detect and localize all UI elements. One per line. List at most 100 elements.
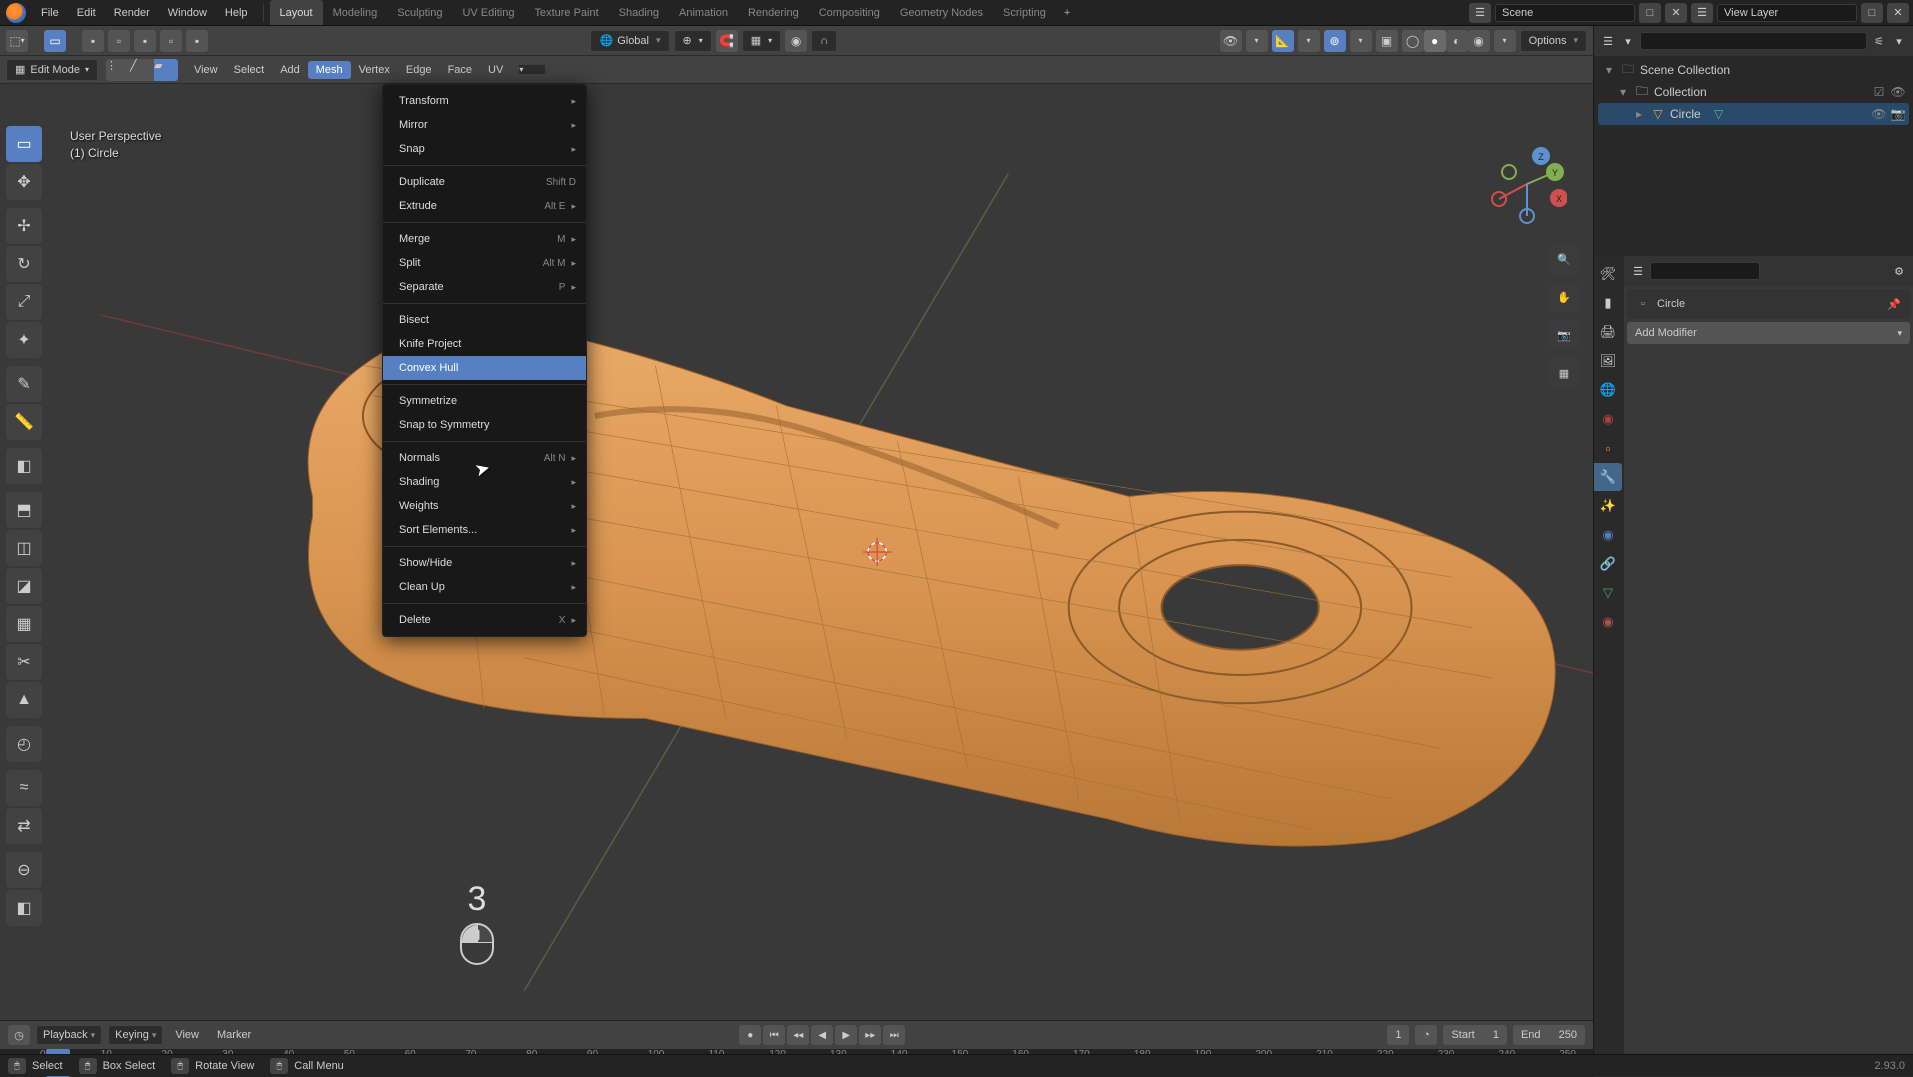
mesh-menu-extrude[interactable]: ExtrudeAlt E▸ bbox=[383, 194, 586, 218]
visibility-dropdown-icon[interactable]: ▾ bbox=[1246, 30, 1268, 52]
knife-tool[interactable]: ✂ bbox=[6, 644, 42, 680]
prop-tab-object[interactable]: ▫ bbox=[1594, 434, 1622, 462]
exclude-checkbox-icon[interactable]: ☑ bbox=[1872, 85, 1886, 99]
timeline-marker-menu[interactable]: Marker bbox=[211, 1026, 257, 1044]
start-frame-field[interactable]: Start 1 bbox=[1443, 1025, 1506, 1045]
pan-icon[interactable]: ✋ bbox=[1549, 282, 1579, 312]
select-extend-icon[interactable]: ▫ bbox=[108, 30, 130, 52]
tree-row-collection[interactable]: ▾ 🗀 Collection ☑ 👁 bbox=[1598, 81, 1909, 103]
proportional-falloff-dropdown[interactable]: ∩ bbox=[811, 30, 837, 52]
add-cube-tool[interactable]: ◧ bbox=[6, 448, 42, 484]
inset-tool[interactable]: ◫ bbox=[6, 530, 42, 566]
polybuild-tool[interactable]: ▲ bbox=[6, 682, 42, 718]
shading-dropdown-icon[interactable]: ▾ bbox=[1494, 30, 1516, 52]
rotate-tool[interactable]: ↻ bbox=[6, 246, 42, 282]
help-menu[interactable]: Help bbox=[216, 0, 257, 25]
prop-tab-mesh[interactable]: ▽ bbox=[1594, 579, 1622, 607]
submenu-select[interactable]: Select bbox=[226, 61, 273, 79]
scene-browse-icon[interactable]: ☰ bbox=[1469, 3, 1491, 23]
xray-toggle-button[interactable]: ▣ bbox=[1376, 30, 1398, 52]
visibility-icon[interactable]: 👁 bbox=[1220, 30, 1242, 52]
mesh-menu-sort-elements-[interactable]: Sort Elements...▸ bbox=[383, 518, 586, 542]
extrude-tool[interactable]: ⬒ bbox=[6, 492, 42, 528]
gizmo-dropdown-icon[interactable]: ▾ bbox=[1298, 30, 1320, 52]
prop-tab-output[interactable]: 🖨 bbox=[1594, 318, 1622, 346]
prop-tab-constraints[interactable]: 🔗 bbox=[1594, 550, 1622, 578]
outliner-filter-icon[interactable]: ⚟ bbox=[1871, 33, 1887, 49]
workspace-tab-modeling[interactable]: Modeling bbox=[323, 0, 388, 25]
transform-orientation-dropdown[interactable]: 🌐 Global bbox=[590, 30, 669, 52]
jump-start-button[interactable]: ⏮ bbox=[763, 1025, 785, 1045]
hide-viewport-icon[interactable]: 👁 bbox=[1872, 107, 1886, 121]
submenu-edge[interactable]: Edge bbox=[398, 61, 440, 79]
prop-tab-particles[interactable]: ✨ bbox=[1594, 492, 1622, 520]
annotate-tool[interactable]: ✎ bbox=[6, 366, 42, 402]
mesh-menu-separate[interactable]: SeparateP▸ bbox=[383, 275, 586, 299]
gizmo-toggle-button[interactable]: 📐 bbox=[1272, 30, 1294, 52]
properties-search-input[interactable] bbox=[1650, 262, 1760, 280]
window-menu[interactable]: Window bbox=[159, 0, 216, 25]
mesh-menu-normals[interactable]: NormalsAlt N▸ bbox=[383, 446, 586, 470]
timeline-editor-type-icon[interactable]: ◷ bbox=[8, 1025, 30, 1045]
bevel-tool[interactable]: ◪ bbox=[6, 568, 42, 604]
mesh-menu-knife-project[interactable]: Knife Project bbox=[383, 332, 586, 356]
shrink-tool[interactable]: ⊖ bbox=[6, 852, 42, 888]
properties-options-icon[interactable]: ⚙ bbox=[1891, 263, 1907, 279]
play-button[interactable]: ▶ bbox=[835, 1025, 857, 1045]
preview-range-icon[interactable]: ◔ bbox=[1415, 1025, 1437, 1045]
overlay-toggle-button[interactable]: ⊚ bbox=[1324, 30, 1346, 52]
outliner-editor-type-icon[interactable]: ☰ bbox=[1600, 33, 1616, 49]
render-menu[interactable]: Render bbox=[105, 0, 159, 25]
uv-sync-icon[interactable]: ▾ bbox=[519, 65, 545, 74]
mesh-menu-weights[interactable]: Weights▸ bbox=[383, 494, 586, 518]
select-subtract-icon[interactable]: ▪ bbox=[134, 30, 156, 52]
slide-tool[interactable]: ⇄ bbox=[6, 808, 42, 844]
3d-viewport[interactable]: User Perspective (1) Circle ▭ ✥ ✢ ↻ ⤢ ✦ … bbox=[0, 84, 1593, 1020]
shear-tool[interactable]: ◧ bbox=[6, 890, 42, 926]
playback-dropdown[interactable]: Playback bbox=[36, 1025, 102, 1045]
outliner-search-input[interactable] bbox=[1640, 32, 1867, 50]
overlay-dropdown-icon[interactable]: ▾ bbox=[1350, 30, 1372, 52]
play-reverse-button[interactable]: ◀ bbox=[811, 1025, 833, 1045]
mesh-menu-split[interactable]: SplitAlt M▸ bbox=[383, 251, 586, 275]
prop-tab-modifier[interactable]: 🔧 bbox=[1594, 463, 1622, 491]
zoom-icon[interactable]: 🔍 bbox=[1549, 244, 1579, 274]
navigation-gizmo[interactable]: Y X Z bbox=[1487, 144, 1567, 224]
pin-icon[interactable]: 📌 bbox=[1886, 296, 1902, 312]
tree-row-scene-collection[interactable]: ▾ 🗀 Scene Collection bbox=[1598, 59, 1909, 81]
mesh-menu-show-hide[interactable]: Show/Hide▸ bbox=[383, 551, 586, 575]
properties-editor-type-icon[interactable]: ☰ bbox=[1630, 263, 1646, 279]
workspace-tab-rendering[interactable]: Rendering bbox=[738, 0, 809, 25]
submenu-add[interactable]: Add bbox=[272, 61, 308, 79]
shading-solid-button[interactable]: ● bbox=[1424, 30, 1446, 52]
mesh-menu-delete[interactable]: DeleteX▸ bbox=[383, 608, 586, 632]
prop-tab-world[interactable]: ◉ bbox=[1594, 405, 1622, 433]
select-set-icon[interactable]: ▪ bbox=[82, 30, 104, 52]
snap-toggle-button[interactable]: 🧲 bbox=[716, 30, 738, 52]
mesh-menu-snap-to-symmetry[interactable]: Snap to Symmetry bbox=[383, 413, 586, 437]
submenu-view[interactable]: View bbox=[186, 61, 226, 79]
delete-viewlayer-button[interactable]: ✕ bbox=[1887, 3, 1909, 23]
mesh-menu-shading[interactable]: Shading▸ bbox=[383, 470, 586, 494]
proportional-edit-toggle[interactable]: ◉ bbox=[785, 30, 807, 52]
submenu-mesh[interactable]: Mesh bbox=[308, 61, 351, 79]
timeline-view-menu[interactable]: View bbox=[169, 1026, 205, 1044]
hide-viewport-icon[interactable]: 👁 bbox=[1891, 85, 1905, 99]
mesh-menu-merge[interactable]: MergeM▸ bbox=[383, 227, 586, 251]
new-scene-button[interactable]: □ bbox=[1639, 3, 1661, 23]
workspace-tab-compositing[interactable]: Compositing bbox=[809, 0, 890, 25]
new-viewlayer-button[interactable]: □ bbox=[1861, 3, 1883, 23]
vertex-select-mode[interactable]: ⋮ bbox=[106, 59, 130, 81]
workspace-tab-shading[interactable]: Shading bbox=[609, 0, 669, 25]
face-select-mode[interactable]: ▰ bbox=[154, 59, 178, 81]
keying-dropdown[interactable]: Keying bbox=[108, 1025, 163, 1045]
workspace-tab-animation[interactable]: Animation bbox=[669, 0, 738, 25]
scene-name-input[interactable] bbox=[1495, 4, 1635, 22]
prop-tab-render[interactable]: ▮ bbox=[1594, 289, 1622, 317]
prop-tab-scene[interactable]: 🌐 bbox=[1594, 376, 1622, 404]
viewlayer-browse-icon[interactable]: ☰ bbox=[1691, 3, 1713, 23]
workspace-tab-scripting[interactable]: Scripting bbox=[993, 0, 1056, 25]
jump-next-keyframe-button[interactable]: ▸▸ bbox=[859, 1025, 881, 1045]
workspace-tab-texture-paint[interactable]: Texture Paint bbox=[524, 0, 608, 25]
snap-type-dropdown[interactable]: ▦▾ bbox=[742, 30, 781, 52]
